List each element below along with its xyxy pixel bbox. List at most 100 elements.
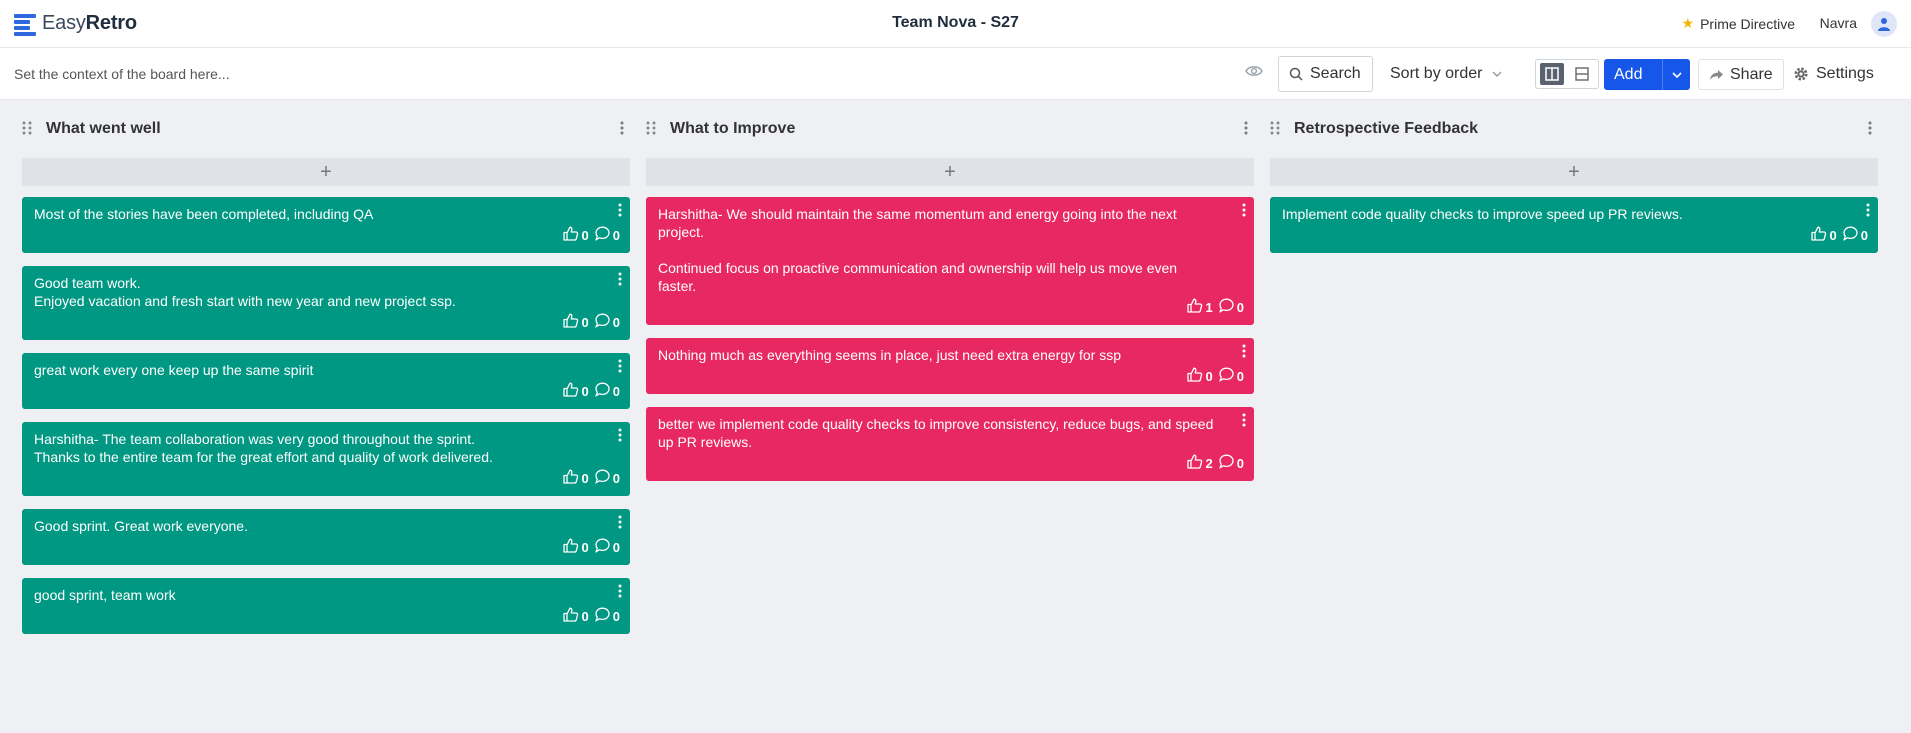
like-button[interactable]	[562, 607, 579, 627]
share-icon	[1710, 69, 1723, 80]
like-button[interactable]	[562, 469, 579, 489]
retro-card[interactable]: Good sprint. Great work everyone. 0 0	[22, 509, 630, 565]
card-menu-button[interactable]	[1866, 203, 1870, 221]
comment-button[interactable]	[1218, 298, 1234, 318]
like-button[interactable]	[562, 313, 579, 333]
add-card-button[interactable]: +	[1270, 158, 1878, 186]
column-2: Retrospective Feedback + Implement code qu…	[1270, 100, 1878, 266]
drag-handle-icon	[646, 121, 656, 135]
card-meta: 00	[562, 382, 622, 402]
card-text-content: Good team work. Enjoyed vacation and fre…	[34, 275, 456, 309]
drag-handle-icon[interactable]	[646, 121, 656, 140]
comment-icon	[594, 469, 610, 484]
card-text-content: Harshitha- We should maintain the same m…	[658, 206, 1178, 294]
card-meta: 10	[1186, 298, 1246, 318]
card-menu-button[interactable]	[618, 359, 622, 377]
column-title[interactable]: What to Improve	[670, 120, 795, 138]
comment-button[interactable]	[594, 607, 610, 627]
comment-button[interactable]	[594, 469, 610, 489]
retro-card[interactable]: Harshitha- We should maintain the same m…	[646, 197, 1254, 325]
card-meta: 20	[1186, 454, 1246, 474]
top-bar: EasyRetro Team Nova - S27 ★ Prime Direct…	[0, 0, 1911, 48]
thumbs-up-icon	[562, 607, 578, 622]
like-button[interactable]	[562, 382, 579, 402]
add-card-button[interactable]: +	[22, 158, 630, 186]
retro-card[interactable]: better we implement code quality checks …	[646, 407, 1254, 481]
column-menu-button[interactable]	[1244, 121, 1248, 140]
card-menu-button[interactable]	[1242, 344, 1246, 362]
rows-view-button[interactable]	[1570, 63, 1594, 85]
settings-button[interactable]: Settings	[1793, 65, 1874, 83]
search-icon	[1289, 67, 1303, 81]
retro-card[interactable]: Good team work. Enjoyed vacation and fre…	[22, 266, 630, 340]
card-menu-button[interactable]	[618, 515, 622, 533]
like-button[interactable]	[1186, 454, 1203, 474]
drag-handle-icon[interactable]	[22, 121, 32, 140]
column-title[interactable]: What went well	[46, 120, 161, 138]
comment-count: 0	[1236, 300, 1244, 315]
star-icon: ★	[1681, 15, 1695, 31]
comment-button[interactable]	[594, 382, 610, 402]
like-button[interactable]	[1186, 367, 1203, 387]
comment-icon	[1842, 226, 1858, 241]
drag-handle-icon[interactable]	[1270, 121, 1280, 140]
more-vertical-icon	[1242, 413, 1246, 427]
retro-card[interactable]: Harshitha- The team collaboration was ve…	[22, 422, 630, 496]
column-menu-button[interactable]	[620, 121, 624, 140]
avatar[interactable]	[1871, 11, 1897, 37]
card-menu-button[interactable]	[1242, 203, 1246, 221]
card-menu-button[interactable]	[618, 272, 622, 290]
more-vertical-icon	[1242, 344, 1246, 358]
card-menu-button[interactable]	[618, 584, 622, 602]
comment-icon	[1218, 298, 1234, 313]
comment-button[interactable]	[1218, 454, 1234, 474]
board-title[interactable]: Team Nova - S27	[892, 14, 1019, 31]
drag-handle-icon	[22, 121, 32, 135]
add-dropdown-toggle[interactable]	[1662, 59, 1690, 90]
retro-card[interactable]: great work every one keep up the same sp…	[22, 353, 630, 409]
retro-card[interactable]: good sprint, team work 0 0	[22, 578, 630, 634]
logo-text-light: Easy	[42, 12, 86, 34]
columns-view-button[interactable]	[1540, 63, 1564, 85]
add-button[interactable]: Add	[1604, 59, 1690, 90]
comment-button[interactable]	[1218, 367, 1234, 387]
user-name[interactable]: Navra	[1820, 15, 1857, 31]
card-text: Nothing much as everything seems in plac…	[658, 346, 1218, 364]
card-menu-button[interactable]	[1242, 413, 1246, 431]
prime-directive-link[interactable]: ★ Prime Directive	[1682, 15, 1795, 32]
sort-dropdown[interactable]: Sort by order	[1390, 65, 1502, 83]
like-count: 0	[581, 384, 589, 399]
card-menu-button[interactable]	[618, 428, 622, 446]
easyretro-logo[interactable]: EasyRetro	[14, 12, 137, 36]
card-text-content: Most of the stories have been completed,…	[34, 206, 374, 222]
comment-count: 0	[612, 384, 620, 399]
column-title[interactable]: Retrospective Feedback	[1294, 120, 1478, 138]
comment-button[interactable]	[594, 538, 610, 558]
comment-count: 0	[1860, 228, 1868, 243]
like-button[interactable]	[1186, 298, 1203, 318]
like-count: 1	[1205, 300, 1213, 315]
eye-icon[interactable]	[1245, 64, 1263, 83]
retro-card[interactable]: Most of the stories have been completed,…	[22, 197, 630, 253]
column-menu-button[interactable]	[1868, 121, 1872, 140]
like-button[interactable]	[562, 538, 579, 558]
comment-button[interactable]	[1842, 226, 1858, 246]
like-count: 0	[581, 315, 589, 330]
thumbs-up-icon	[1810, 226, 1826, 241]
share-button[interactable]: Share	[1698, 59, 1784, 90]
like-count: 0	[581, 609, 589, 624]
comment-button[interactable]	[594, 226, 610, 246]
like-button[interactable]	[1810, 226, 1827, 246]
card-text: Implement code quality checks to improve…	[1282, 205, 1842, 223]
add-card-button[interactable]: +	[646, 158, 1254, 186]
card-meta: 00	[562, 607, 622, 627]
like-button[interactable]	[562, 226, 579, 246]
retro-card[interactable]: Nothing much as everything seems in plac…	[646, 338, 1254, 394]
search-button[interactable]: Search	[1278, 56, 1373, 92]
thumbs-up-icon	[1186, 298, 1202, 313]
card-menu-button[interactable]	[618, 203, 622, 221]
card-text-content: good sprint, team work	[34, 587, 176, 603]
board-context-input[interactable]: Set the context of the board here...	[14, 66, 230, 82]
retro-card[interactable]: Implement code quality checks to improve…	[1270, 197, 1878, 253]
comment-button[interactable]	[594, 313, 610, 333]
